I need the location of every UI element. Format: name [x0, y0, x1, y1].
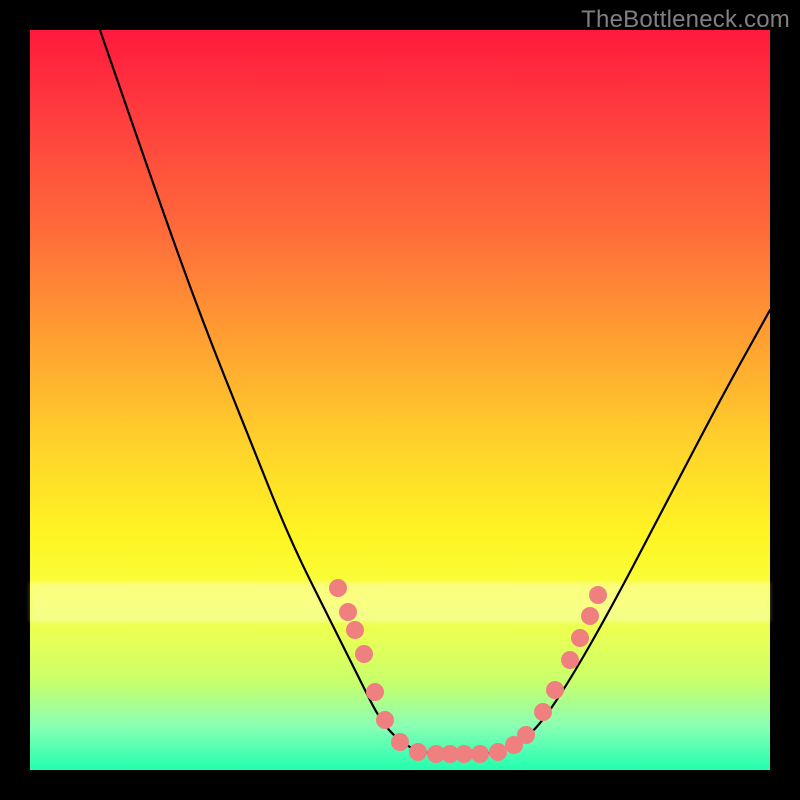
- data-dot: [581, 607, 599, 625]
- bottleneck-curve: [100, 30, 770, 754]
- data-dot: [391, 733, 409, 751]
- data-dot: [346, 621, 364, 639]
- data-dot: [534, 703, 552, 721]
- dot-layer: [329, 579, 607, 763]
- data-dot: [561, 651, 579, 669]
- data-dot: [489, 743, 507, 761]
- data-dot: [517, 726, 535, 744]
- data-dot: [376, 711, 394, 729]
- chart-frame: TheBottleneck.com: [0, 0, 800, 800]
- data-dot: [471, 745, 489, 763]
- curve-svg: [30, 30, 770, 770]
- data-dot: [571, 629, 589, 647]
- data-dot: [339, 603, 357, 621]
- data-dot: [355, 645, 373, 663]
- data-dot: [409, 743, 427, 761]
- data-dot: [589, 586, 607, 604]
- data-dot: [329, 579, 347, 597]
- data-dot: [455, 745, 473, 763]
- data-dot: [366, 683, 384, 701]
- data-dot: [546, 681, 564, 699]
- plot-area: [30, 30, 770, 770]
